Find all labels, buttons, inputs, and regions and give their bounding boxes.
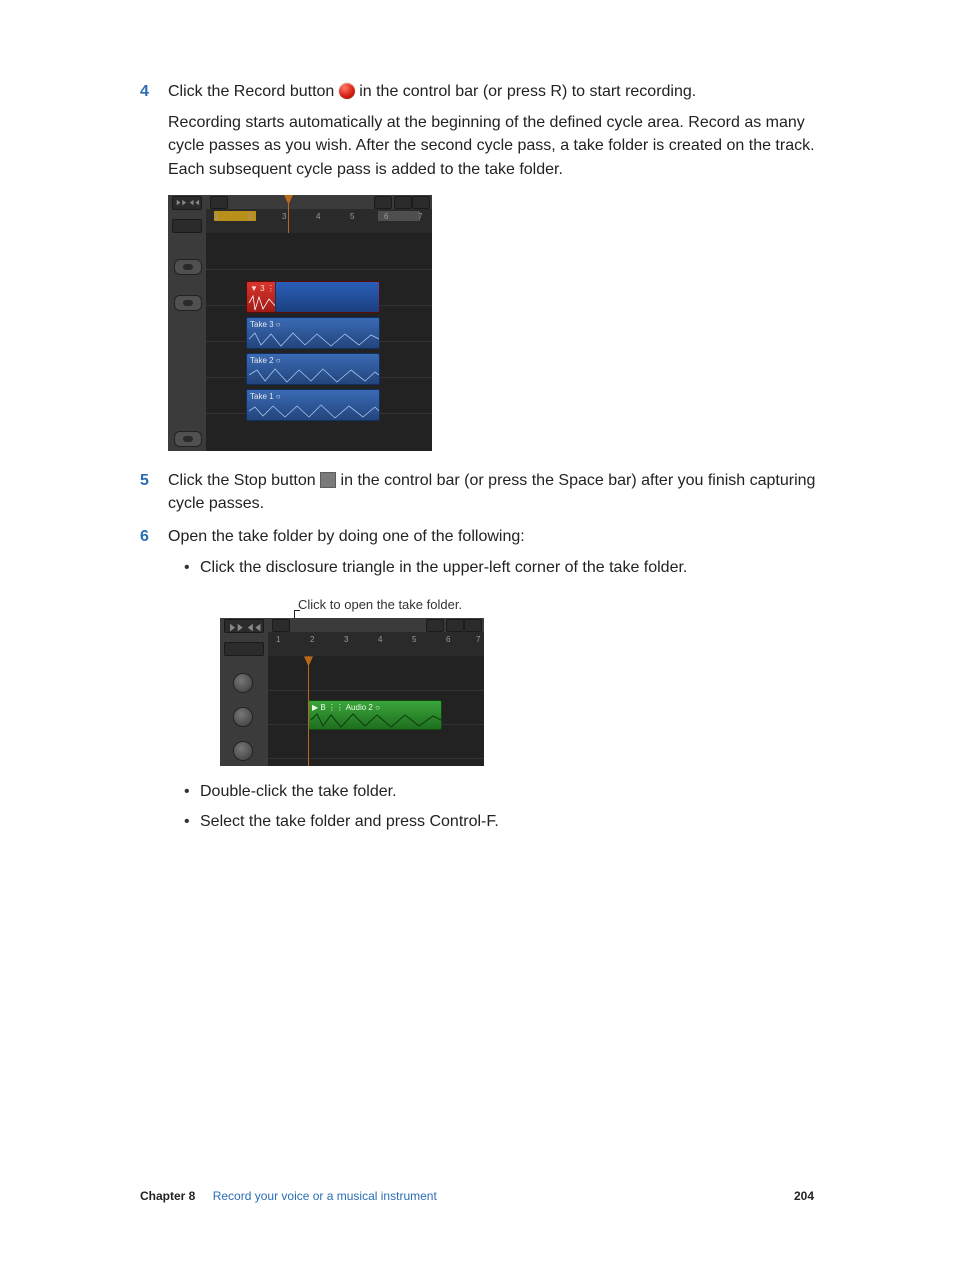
bullet-double-click: Double-click the take folder. xyxy=(184,780,844,803)
take-2-label: Take 2 ○ xyxy=(250,355,281,367)
toolbar-2 xyxy=(268,618,484,632)
track-slot-2 xyxy=(174,295,202,311)
ruler2-tick-6: 6 xyxy=(446,634,450,646)
step-4-text-a: Click the Record button xyxy=(168,83,339,100)
bullet-disclosure: Click the disclosure triangle in the upp… xyxy=(184,556,844,766)
tool-button xyxy=(210,196,228,209)
footer-page-number: 204 xyxy=(794,1188,814,1205)
ruler-tick-3: 3 xyxy=(282,211,286,223)
ruler2-tick-1: 1 xyxy=(276,634,280,646)
tool-button-2 xyxy=(272,619,290,632)
step-6: 6 Open the take folder by doing one of t… xyxy=(140,525,844,833)
timeline-ruler-2: 1 2 3 4 5 6 7 xyxy=(268,632,484,657)
track-header-dropdown-2 xyxy=(224,642,264,656)
ruler2-tick-3: 3 xyxy=(344,634,348,646)
record-icon xyxy=(339,83,355,99)
track-knob-3 xyxy=(234,742,252,760)
track-knob-2 xyxy=(234,708,252,726)
ruler-tick-7: 7 xyxy=(418,211,422,223)
bullet-double-click-text: Double-click the take folder. xyxy=(200,783,397,800)
take-1-region: Take 1 ○ xyxy=(246,389,380,421)
step-5-text-a: Click the Stop button xyxy=(168,472,320,489)
ruler-tick-2: 2 xyxy=(248,211,252,223)
step-4-paragraph: Recording starts automatically at the be… xyxy=(168,111,844,181)
stop-icon xyxy=(320,472,336,488)
track-knob-1 xyxy=(234,674,252,692)
collapsed-take-folder-region: ▶ B ⋮⋮ Audio 2 ○ xyxy=(308,700,442,730)
transport-icon xyxy=(172,196,202,210)
track-slot-1 xyxy=(174,259,202,275)
ruler2-tick-5: 5 xyxy=(412,634,416,646)
playhead-2 xyxy=(308,656,309,766)
track-header-column-2 xyxy=(220,618,268,766)
scissors-tool-icon xyxy=(394,196,412,209)
instruction-steps: 4 Click the Record button in the control… xyxy=(140,80,844,833)
step-4-text-b: in the control bar (or press R) to start… xyxy=(355,83,696,100)
track-slot-3 xyxy=(174,431,202,447)
ruler-tick-4: 4 xyxy=(316,211,320,223)
bullet-disclosure-text: Click the disclosure triangle in the upp… xyxy=(200,559,687,576)
screenshot-take-folder-collapsed: 1 2 3 4 5 6 7 xyxy=(220,618,484,766)
step-4: 4 Click the Record button in the control… xyxy=(140,80,844,451)
tracks-area-2: ▶ B ⋮⋮ Audio 2 ○ xyxy=(268,656,484,766)
step-5-number: 5 xyxy=(140,469,149,492)
pointer-tool-icon xyxy=(374,196,392,209)
toolbar xyxy=(206,195,432,209)
ruler-tick-5: 5 xyxy=(350,211,354,223)
bullet-control-f: Select the take folder and press Control… xyxy=(184,810,844,833)
ruler-tick-1: 1 xyxy=(214,211,218,223)
take-folder-label: ▼ 3 ⋮⋮ Audio 2: Audio 2 ○ xyxy=(250,283,350,295)
step-5: 5 Click the Stop button in the control b… xyxy=(140,469,844,515)
screenshot-take-folder-expanded: 1 2 3 4 5 6 7 ▼ 3 ⋮⋮ xyxy=(168,195,432,451)
callout: Click to open the take folder. xyxy=(298,596,844,615)
track-header-dropdown xyxy=(172,219,202,233)
take-2-region: Take 2 ○ xyxy=(246,353,380,385)
tool-dropdown-icon-2 xyxy=(464,619,482,632)
transport-icon-2 xyxy=(224,619,264,633)
take-3-region: Take 3 ○ xyxy=(246,317,380,349)
callout-text: Click to open the take folder. xyxy=(298,597,462,612)
ruler2-tick-2: 2 xyxy=(310,634,314,646)
track-header-column xyxy=(168,195,206,451)
tracks-area: ▼ 3 ⋮⋮ Audio 2: Audio 2 ○ Take 3 ○ xyxy=(206,233,432,451)
step-6-number: 6 xyxy=(140,525,149,548)
timeline-ruler: 1 2 3 4 5 6 7 xyxy=(206,209,432,234)
footer-chapter-label: Chapter 8 xyxy=(140,1189,195,1203)
bullet-control-f-text: Select the take folder and press Control… xyxy=(200,813,499,830)
page-footer: Chapter 8 Record your voice or a musical… xyxy=(140,1188,814,1205)
pointer-tool-icon-2 xyxy=(426,619,444,632)
step-4-number: 4 xyxy=(140,80,149,103)
take-1-label: Take 1 ○ xyxy=(250,391,281,403)
step-6-text: Open the take folder by doing one of the… xyxy=(168,528,525,545)
tool-dropdown-icon xyxy=(412,196,430,209)
take-3-label: Take 3 ○ xyxy=(250,319,281,331)
step-6-bullets: Click the disclosure triangle in the upp… xyxy=(168,556,844,832)
ruler-tick-6: 6 xyxy=(384,211,388,223)
ruler2-tick-7: 7 xyxy=(476,634,480,646)
footer-chapter-title: Record your voice or a musical instrumen… xyxy=(213,1189,437,1203)
take-folder-region: ▼ 3 ⋮⋮ Audio 2: Audio 2 ○ xyxy=(246,281,380,313)
scissors-tool-icon-2 xyxy=(446,619,464,632)
ruler2-tick-4: 4 xyxy=(378,634,382,646)
